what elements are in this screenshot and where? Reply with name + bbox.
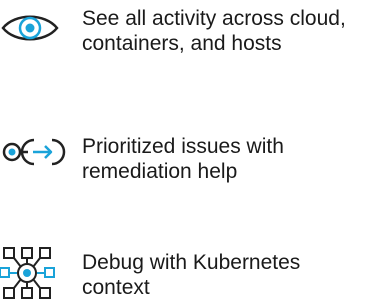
feature-line-1: Debug with Kubernetes: [82, 251, 301, 274]
feature-line-2: containers, and hosts: [82, 32, 282, 55]
feature-text: Prioritized issues with remediation help: [82, 134, 387, 184]
feature-text: See all activity across cloud, container…: [82, 6, 387, 56]
remediation-arrow-icon: [0, 130, 66, 170]
kubernetes-cluster-icon: [0, 244, 66, 302]
eye-icon: [0, 10, 60, 46]
feature-line-1: Prioritized issues with: [82, 135, 284, 158]
feature-text: Debug with Kubernetes context: [82, 250, 387, 300]
feature-line-1: See all activity across cloud,: [82, 7, 346, 30]
feature-line-2: context: [82, 276, 150, 299]
feature-line-2: remediation help: [82, 160, 238, 183]
